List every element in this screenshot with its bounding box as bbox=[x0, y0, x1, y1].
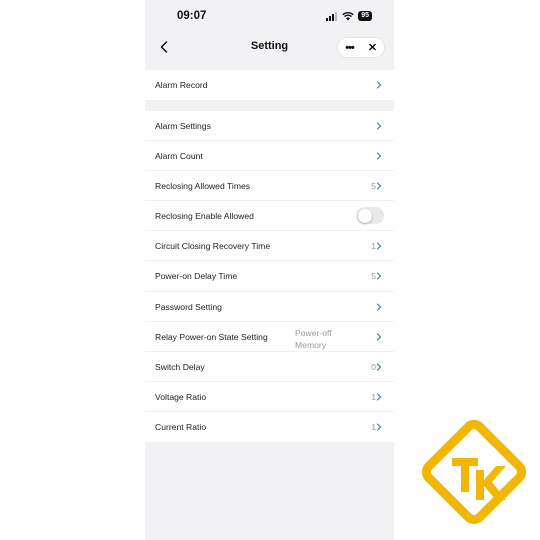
setting-row-voltage-ratio[interactable]: Voltage Ratio 1 bbox=[145, 382, 394, 412]
status-icons: 95 bbox=[326, 11, 372, 21]
settings-group: Alarm Settings Alarm Count Reclosing Allow… bbox=[145, 111, 394, 443]
nav-bar: Setting ••• ✕ bbox=[145, 32, 394, 62]
close-icon: ✕ bbox=[367, 41, 378, 54]
setting-row-relay-power-on-state-setting[interactable]: Relay Power-on State Setting Power-off Mem… bbox=[145, 322, 394, 352]
setting-label: Alarm Count bbox=[155, 151, 203, 162]
chevron-right-icon bbox=[376, 242, 382, 250]
setting-label: Reclosing Allowed Times bbox=[155, 181, 251, 192]
battery-icon: 95 bbox=[358, 11, 372, 21]
setting-label: Power-on Delay Time bbox=[155, 271, 238, 282]
setting-row-reclosing-enable-allowed[interactable]: Reclosing Enable Allowed bbox=[145, 201, 394, 232]
setting-row-power-on-delay-time[interactable]: Power-on Delay Time 5 bbox=[145, 261, 394, 292]
chevron-right-icon bbox=[376, 81, 382, 89]
chevron-right-icon bbox=[376, 122, 382, 130]
chevron-right-icon bbox=[376, 333, 382, 341]
chevron-right-icon bbox=[376, 423, 382, 431]
setting-row-circuit-closing-recovery-time[interactable]: Circuit Closing Recovery Time 1 bbox=[145, 231, 394, 262]
chevron-right-icon bbox=[376, 302, 382, 311]
close-button[interactable]: ✕ bbox=[361, 38, 384, 57]
setting-label: Current Ratio bbox=[155, 421, 207, 432]
setting-row-password-setting[interactable]: Password Setting bbox=[145, 292, 394, 322]
status-time: 09:07 bbox=[177, 10, 207, 22]
setting-row-alarm-count[interactable]: Alarm Count bbox=[145, 141, 394, 172]
setting-row-switch-delay[interactable]: Switch Delay 0 bbox=[145, 352, 394, 382]
setting-label: Switch Delay bbox=[155, 361, 205, 372]
phone-screen: 09:07 95 Setting ••• ✕ Alarm Record Alar… bbox=[145, 0, 394, 540]
chevron-right-icon bbox=[376, 272, 382, 281]
setting-label: Alarm Record bbox=[155, 80, 208, 90]
setting-row-current-ratio[interactable]: Current Ratio 1 bbox=[145, 412, 394, 442]
setting-label: Relay Power-on State Setting bbox=[155, 331, 268, 342]
toggle-switch[interactable] bbox=[356, 207, 384, 225]
toggle-knob bbox=[357, 208, 372, 223]
logo-watermark-icon bbox=[421, 419, 527, 525]
chevron-right-icon bbox=[376, 363, 382, 371]
signal-icon bbox=[326, 11, 338, 21]
setting-value-line: Memory bbox=[295, 339, 327, 350]
chevron-right-icon bbox=[376, 393, 382, 401]
setting-row-alarm-settings[interactable]: Alarm Settings bbox=[145, 111, 394, 142]
setting-label: Password Setting bbox=[155, 301, 222, 312]
wifi-icon bbox=[342, 11, 354, 20]
setting-label: Reclosing Enable Allowed bbox=[155, 211, 254, 222]
alarm-record-group: Alarm Record bbox=[145, 70, 394, 101]
chevron-right-icon bbox=[376, 182, 382, 190]
status-bar: 09:07 95 bbox=[145, 0, 394, 32]
chevron-right-icon bbox=[376, 152, 382, 160]
setting-value: Power-off Memory bbox=[295, 327, 355, 351]
more-button[interactable]: ••• bbox=[338, 38, 361, 57]
mini-program-capsule: ••• ✕ bbox=[337, 37, 385, 58]
more-icon: ••• bbox=[345, 41, 355, 54]
setting-label: Alarm Settings bbox=[155, 121, 211, 131]
setting-row-alarm-record[interactable]: Alarm Record bbox=[145, 70, 394, 100]
setting-label: Voltage Ratio bbox=[155, 391, 207, 402]
setting-value-line: Power-off bbox=[295, 327, 332, 338]
setting-row-reclosing-allowed-times[interactable]: Reclosing Allowed Times 5 bbox=[145, 171, 394, 202]
setting-label: Circuit Closing Recovery Time bbox=[155, 241, 271, 252]
